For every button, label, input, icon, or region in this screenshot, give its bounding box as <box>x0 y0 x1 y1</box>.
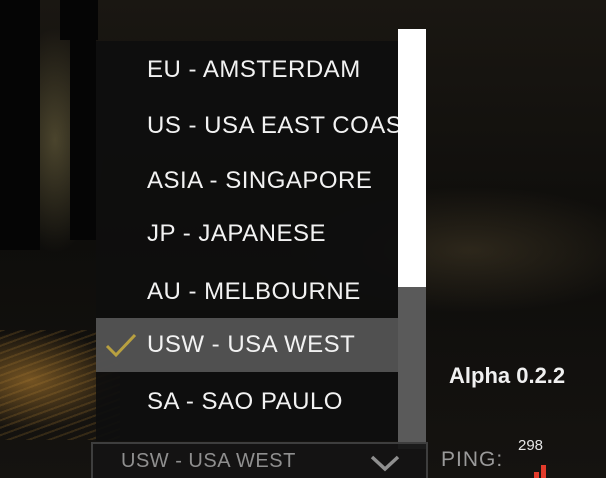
menu-item-label: AU - MELBOURNE <box>147 278 361 305</box>
menu-item-label: JP - JAPANESE <box>147 220 326 247</box>
menu-item-eu[interactable]: EU - AMSTERDAM <box>96 43 398 97</box>
menu-item-us-east[interactable]: US - USA EAST COAST <box>96 99 398 153</box>
menu-item-jp[interactable]: JP - JAPANESE <box>96 207 398 261</box>
menu-item-label: USW - USA WEST <box>147 331 356 358</box>
menu-scrollbar-thumb[interactable] <box>398 29 426 287</box>
region-select[interactable]: USW - USA WEST <box>91 442 428 478</box>
menu-item-label: ASIA - SINGAPORE <box>147 167 373 194</box>
version-label: Alpha 0.2.2 <box>449 363 566 388</box>
checkmark-icon <box>105 333 137 358</box>
signal-bars-icon <box>534 458 556 478</box>
menu-item-asia[interactable]: ASIA - SINGAPORE <box>96 154 398 208</box>
menu-item-label: EU - AMSTERDAM <box>147 56 361 83</box>
menu-item-sa[interactable]: SA - SAO PAULO <box>96 375 398 429</box>
menu-item-label: US - USA EAST COAST <box>147 112 398 139</box>
region-dropdown-menu: EU - AMSTERDAM US - USA EAST COAST ASIA … <box>96 41 426 441</box>
menu-item-au[interactable]: AU - MELBOURNE <box>96 265 398 319</box>
region-select-value: USW - USA WEST <box>121 450 296 472</box>
silhouette-figure <box>60 0 98 40</box>
ping-value: 298 <box>518 437 544 454</box>
chevron-down-icon <box>370 455 400 472</box>
silhouette-left <box>0 0 40 250</box>
menu-item-label: SA - SAO PAULO <box>147 388 343 415</box>
menu-item-usw-selected[interactable]: USW - USA WEST <box>96 318 398 372</box>
silhouette-leg <box>70 40 96 240</box>
ping-label: PING: <box>441 448 504 471</box>
